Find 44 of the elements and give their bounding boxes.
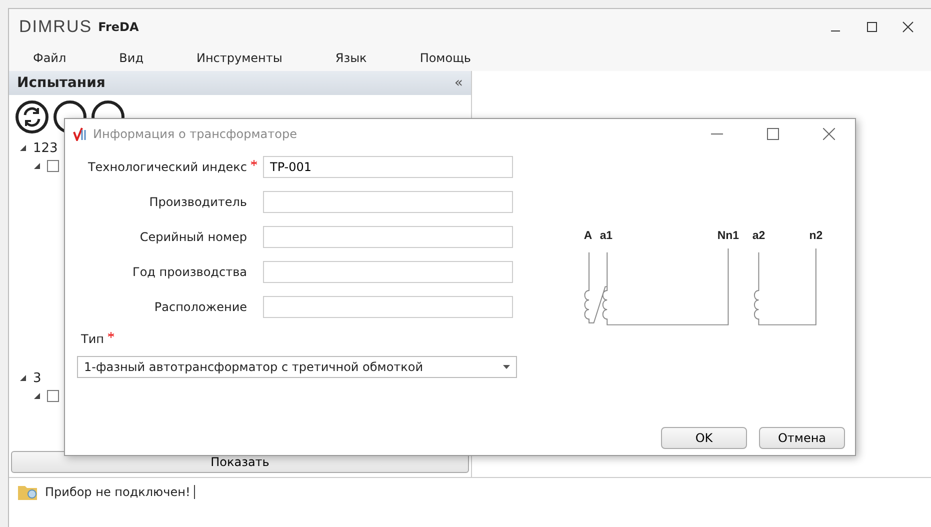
text-field[interactable] bbox=[263, 190, 513, 212]
checkbox[interactable] bbox=[47, 390, 59, 402]
folder-search-icon bbox=[17, 483, 39, 501]
field-label: Технологический индекс bbox=[88, 160, 247, 174]
app-icon bbox=[73, 127, 87, 141]
terminal-label: A bbox=[584, 230, 592, 242]
menu-item[interactable]: Инструменты bbox=[172, 51, 302, 65]
expand-arrow-icon[interactable] bbox=[33, 392, 41, 400]
tree-item[interactable]: 123 bbox=[33, 140, 58, 156]
text-field[interactable] bbox=[263, 296, 513, 318]
menu-item[interactable]: Файл bbox=[9, 51, 86, 65]
app-logo: DIMRUS bbox=[19, 17, 92, 37]
tree-item[interactable]: 3 bbox=[33, 370, 42, 386]
maximize-icon[interactable] bbox=[866, 21, 878, 33]
menu-item[interactable]: Помощь bbox=[396, 51, 490, 65]
text-field[interactable] bbox=[263, 260, 513, 282]
checkbox[interactable] bbox=[47, 160, 59, 172]
caret-icon bbox=[503, 365, 510, 369]
panel-title: Испытания bbox=[17, 75, 106, 91]
menu-item[interactable]: Вид bbox=[95, 51, 162, 65]
maximize-icon[interactable] bbox=[767, 128, 779, 140]
field-label: Серийный номер bbox=[140, 230, 247, 244]
terminal-label: n2 bbox=[809, 230, 823, 242]
close-icon[interactable] bbox=[902, 21, 914, 33]
field-label: Производитель bbox=[149, 194, 247, 208]
dialog-title: Информация о трансформаторе bbox=[93, 127, 297, 141]
text-field[interactable]: TP-001 bbox=[263, 156, 513, 178]
terminal-label: Nn1 bbox=[717, 230, 739, 242]
type-dropdown[interactable]: 1-фазный автотрансформатор с третичной обмоткой bbox=[77, 356, 517, 378]
field-label: Расположение bbox=[154, 300, 247, 314]
text-field[interactable] bbox=[263, 226, 513, 248]
app-title: FreDA bbox=[98, 20, 139, 34]
dialog-button[interactable]: OK bbox=[661, 427, 747, 449]
status-message: Прибор не подключен! bbox=[45, 485, 196, 499]
refresh-icon[interactable] bbox=[15, 100, 49, 134]
close-icon[interactable] bbox=[823, 128, 835, 140]
expand-arrow-icon[interactable] bbox=[33, 162, 41, 170]
collapse-button[interactable]: « bbox=[454, 75, 463, 91]
menu-item[interactable]: Язык bbox=[311, 51, 386, 65]
field-label: Год производства bbox=[132, 264, 247, 278]
dialog-button[interactable]: Отмена bbox=[759, 427, 845, 449]
field-label: Тип bbox=[81, 332, 104, 346]
terminal-label: a1 bbox=[600, 230, 613, 242]
terminal-label: a2 bbox=[752, 230, 766, 242]
